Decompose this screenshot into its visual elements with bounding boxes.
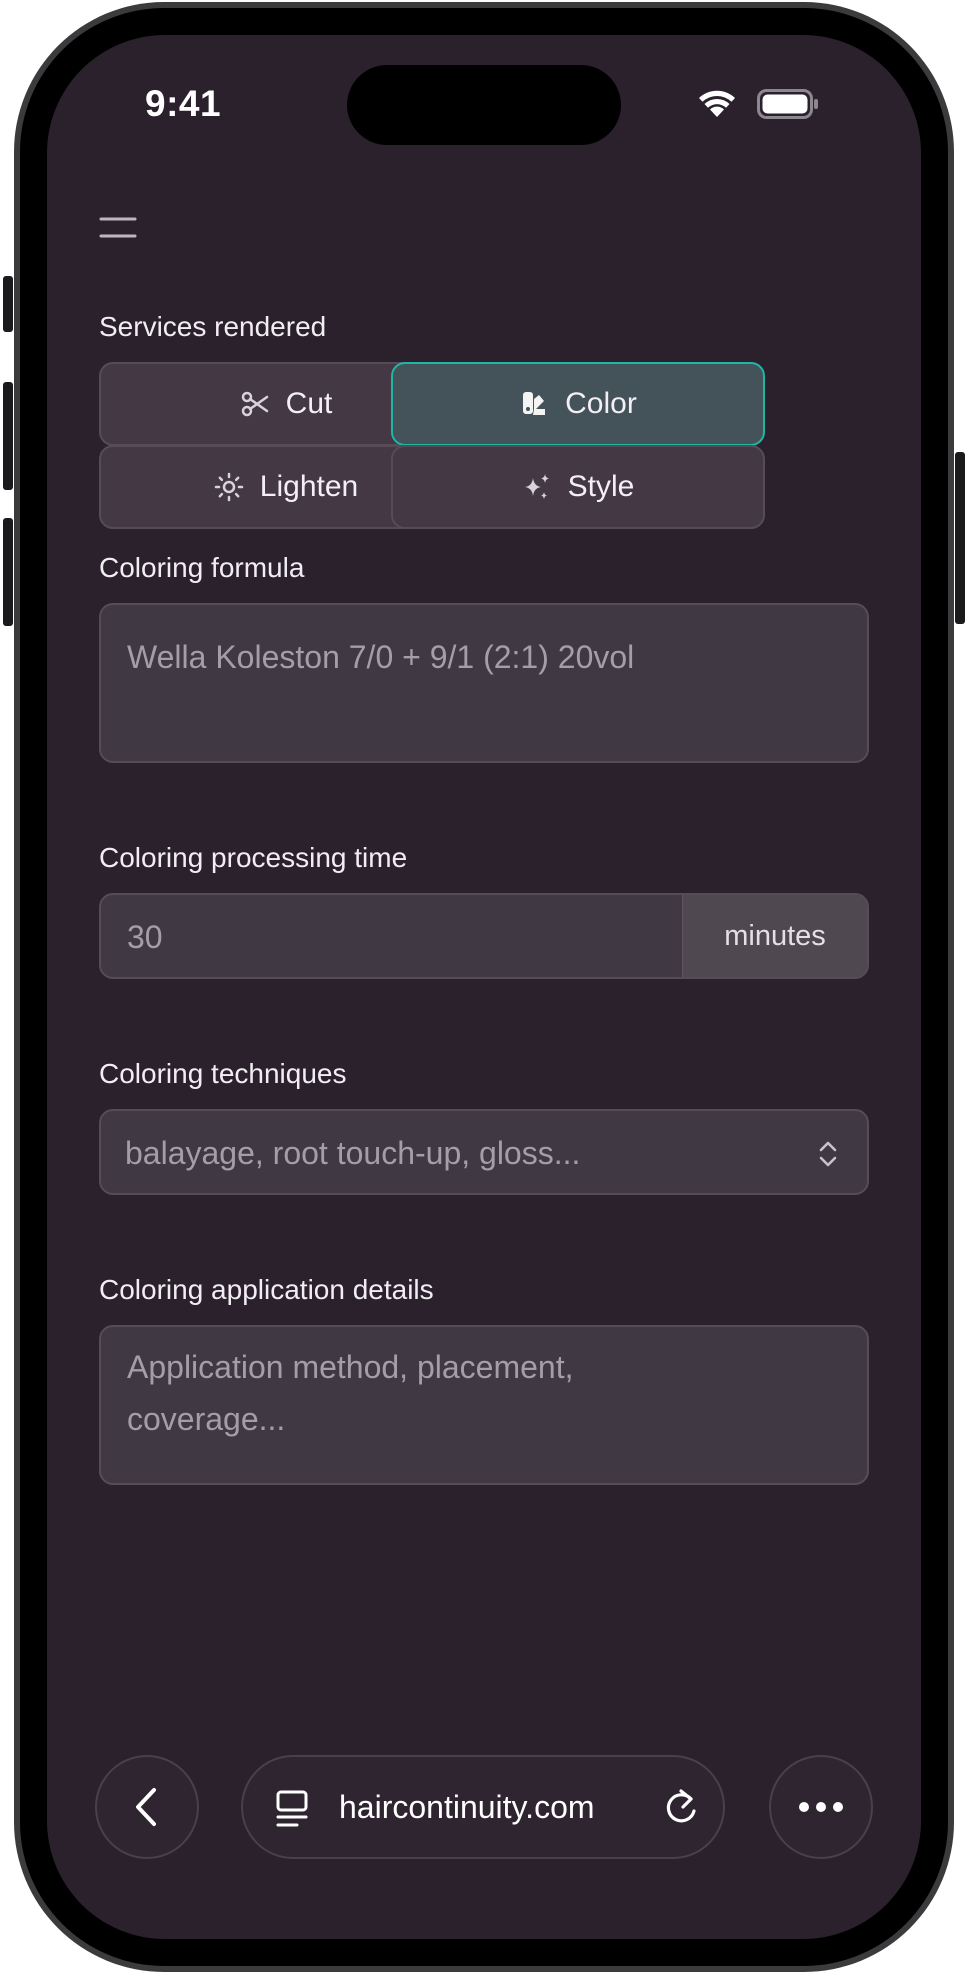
url-bar[interactable]: haircontinuity.com bbox=[241, 1755, 725, 1859]
processing-time-input[interactable]: 30 minutes bbox=[99, 893, 869, 979]
service-label: Lighten bbox=[259, 470, 359, 503]
menu-icon[interactable] bbox=[99, 213, 139, 243]
chevron-up-down-icon bbox=[819, 1141, 837, 1167]
service-color-button[interactable]: Color bbox=[391, 362, 765, 446]
formula-label: Coloring formula bbox=[99, 552, 305, 583]
minutes-suffix: minutes bbox=[682, 895, 867, 977]
power-button bbox=[955, 452, 965, 624]
details-placeholder-line1: Application method, placement, bbox=[127, 1349, 574, 1385]
details-placeholder-line2: coverage... bbox=[127, 1401, 286, 1437]
techniques-label: Coloring techniques bbox=[99, 1058, 347, 1089]
service-style-button[interactable]: Style bbox=[391, 445, 765, 529]
ellipsis-icon bbox=[799, 1802, 843, 1812]
reload-icon[interactable] bbox=[661, 1787, 701, 1829]
more-options-button[interactable] bbox=[769, 1755, 873, 1859]
tab-overview-icon bbox=[276, 1790, 308, 1827]
volume-up-button bbox=[3, 382, 13, 490]
processing-time-label: Coloring processing time bbox=[99, 842, 408, 873]
screen: 9:41 Services rendered Cut Color Lighten… bbox=[47, 35, 921, 1939]
sun-icon bbox=[214, 472, 244, 502]
formula-placeholder: Wella Koleston 7/0 + 9/1 (2:1) 20vol bbox=[127, 639, 635, 675]
services-label: Services rendered bbox=[99, 311, 327, 342]
battery-icon bbox=[757, 89, 818, 119]
color-swatch-icon bbox=[523, 392, 546, 415]
wifi-icon bbox=[699, 90, 735, 117]
techniques-select[interactable]: balayage, root touch-up, gloss... bbox=[99, 1109, 869, 1195]
action-button bbox=[3, 276, 13, 332]
volume-down-button bbox=[3, 518, 13, 626]
processing-time-placeholder: 30 bbox=[127, 919, 163, 955]
application-details-textarea[interactable]: Application method, placement, coverage.… bbox=[99, 1325, 869, 1485]
url-text: haircontinuity.com bbox=[339, 1789, 595, 1825]
service-label: Cut bbox=[285, 387, 333, 420]
techniques-placeholder: balayage, root touch-up, gloss... bbox=[125, 1135, 581, 1171]
sparkles-icon bbox=[524, 474, 549, 499]
formula-textarea[interactable]: Wella Koleston 7/0 + 9/1 (2:1) 20vol bbox=[99, 603, 869, 763]
chevron-left-icon bbox=[136, 1788, 156, 1826]
dynamic-island bbox=[347, 65, 621, 145]
service-label: Style bbox=[567, 470, 635, 503]
status-time: 9:41 bbox=[145, 83, 222, 124]
service-label: Color bbox=[565, 387, 637, 420]
scissors-icon bbox=[241, 391, 268, 417]
application-details-label: Coloring application details bbox=[99, 1274, 434, 1305]
back-button[interactable] bbox=[95, 1755, 199, 1859]
